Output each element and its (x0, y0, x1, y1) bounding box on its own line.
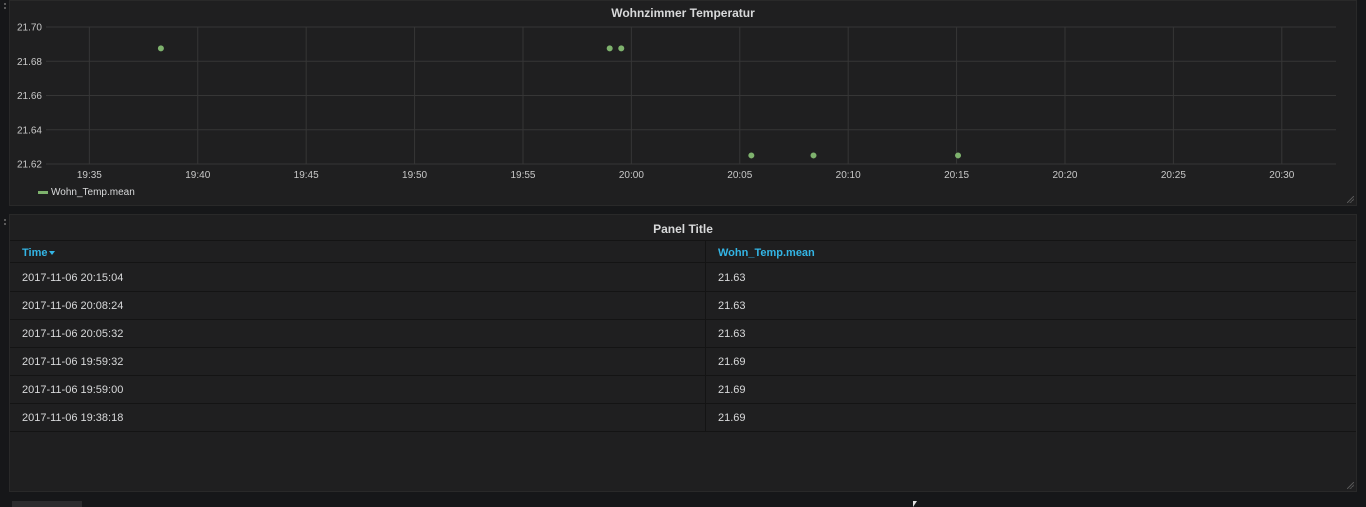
table-header: Time Wohn_Temp.mean (10, 240, 1356, 263)
chart-legend: Wohn_Temp.mean (38, 187, 135, 198)
x-tick-label: 19:45 (294, 170, 319, 181)
value-cell: 21.63 (718, 300, 746, 312)
y-tick-label: 21.64 (17, 125, 42, 136)
data-point (748, 152, 755, 159)
column-header-time[interactable]: Time (22, 247, 56, 259)
x-tick-label: 20:05 (727, 170, 752, 181)
sort-desc-icon (49, 251, 56, 256)
time-cell: 2017-11-06 20:05:32 (22, 328, 124, 340)
table-row: 2017-11-06 19:59:32 21.69 (10, 347, 1356, 376)
column-divider (705, 241, 706, 262)
x-tick-label: 19:40 (185, 170, 210, 181)
y-tick-label: 21.62 (17, 160, 42, 171)
y-tick-label: 21.68 (17, 57, 42, 68)
table-row: 2017-11-06 20:08:24 21.63 (10, 291, 1356, 320)
table-panel: Panel Title Time Wohn_Temp.mean 2017-11-… (9, 214, 1357, 492)
table-row: 2017-11-06 20:05:32 21.63 (10, 319, 1356, 348)
x-tick-label: 19:55 (510, 170, 535, 181)
value-cell: 21.69 (718, 356, 746, 368)
graph-resize-handle[interactable] (1347, 196, 1354, 203)
bottom-scroll-tab[interactable] (12, 501, 82, 507)
y-tick-label: 21.66 (17, 91, 42, 102)
x-tick-label: 19:50 (402, 170, 427, 181)
mouse-cursor-icon (913, 501, 917, 507)
time-cell: 2017-11-06 19:59:00 (22, 384, 124, 396)
x-tick-label: 20:25 (1161, 170, 1186, 181)
value-cell: 21.63 (718, 272, 746, 284)
column-divider (705, 403, 706, 431)
value-cell: 21.69 (718, 412, 746, 424)
table-row: 2017-11-06 19:59:00 21.69 (10, 375, 1356, 404)
y-tick-label: 21.70 (17, 23, 42, 34)
time-cell: 2017-11-06 20:15:04 (22, 272, 124, 284)
data-point (606, 45, 613, 52)
table-resize-handle[interactable] (1347, 482, 1354, 489)
graph-panel: Wohnzimmer Temperatur 21.62 21.64 21.66 21.… (9, 0, 1357, 206)
column-divider (705, 263, 706, 291)
time-cell: 2017-11-06 19:38:18 (22, 412, 124, 424)
data-point (810, 152, 817, 159)
value-cell: 21.69 (718, 384, 746, 396)
legend-series-swatch (38, 191, 48, 194)
column-divider (705, 375, 706, 403)
x-tick-label: 20:00 (619, 170, 644, 181)
column-header-value[interactable]: Wohn_Temp.mean (718, 247, 815, 259)
x-tick-label: 20:15 (944, 170, 969, 181)
column-divider (705, 291, 706, 319)
temperature-chart: 21.62 21.64 21.66 21.68 21.70 19:35 19:40 19:45… (17, 23, 1336, 181)
x-tick-label: 20:20 (1052, 170, 1077, 181)
x-tick-label: 20:10 (836, 170, 861, 181)
table-row: 2017-11-06 19:38:18 21.69 (10, 403, 1356, 432)
column-divider (705, 347, 706, 375)
x-tick-label: 19:35 (77, 170, 102, 181)
graph-drag-handle[interactable] (3, 3, 7, 11)
x-tick-label: 20:30 (1269, 170, 1294, 181)
time-cell: 2017-11-06 19:59:32 (22, 356, 124, 368)
table-row: 2017-11-06 20:15:04 21.63 (10, 263, 1356, 292)
value-cell: 21.63 (718, 328, 746, 340)
table-panel-title[interactable]: Panel Title (10, 222, 1356, 236)
data-point (157, 45, 164, 52)
column-divider (705, 319, 706, 347)
data-point (955, 152, 962, 159)
table-drag-handle[interactable] (3, 219, 7, 227)
data-point (618, 45, 625, 52)
time-cell: 2017-11-06 20:08:24 (22, 300, 124, 312)
legend-series-label[interactable]: Wohn_Temp.mean (51, 187, 135, 198)
